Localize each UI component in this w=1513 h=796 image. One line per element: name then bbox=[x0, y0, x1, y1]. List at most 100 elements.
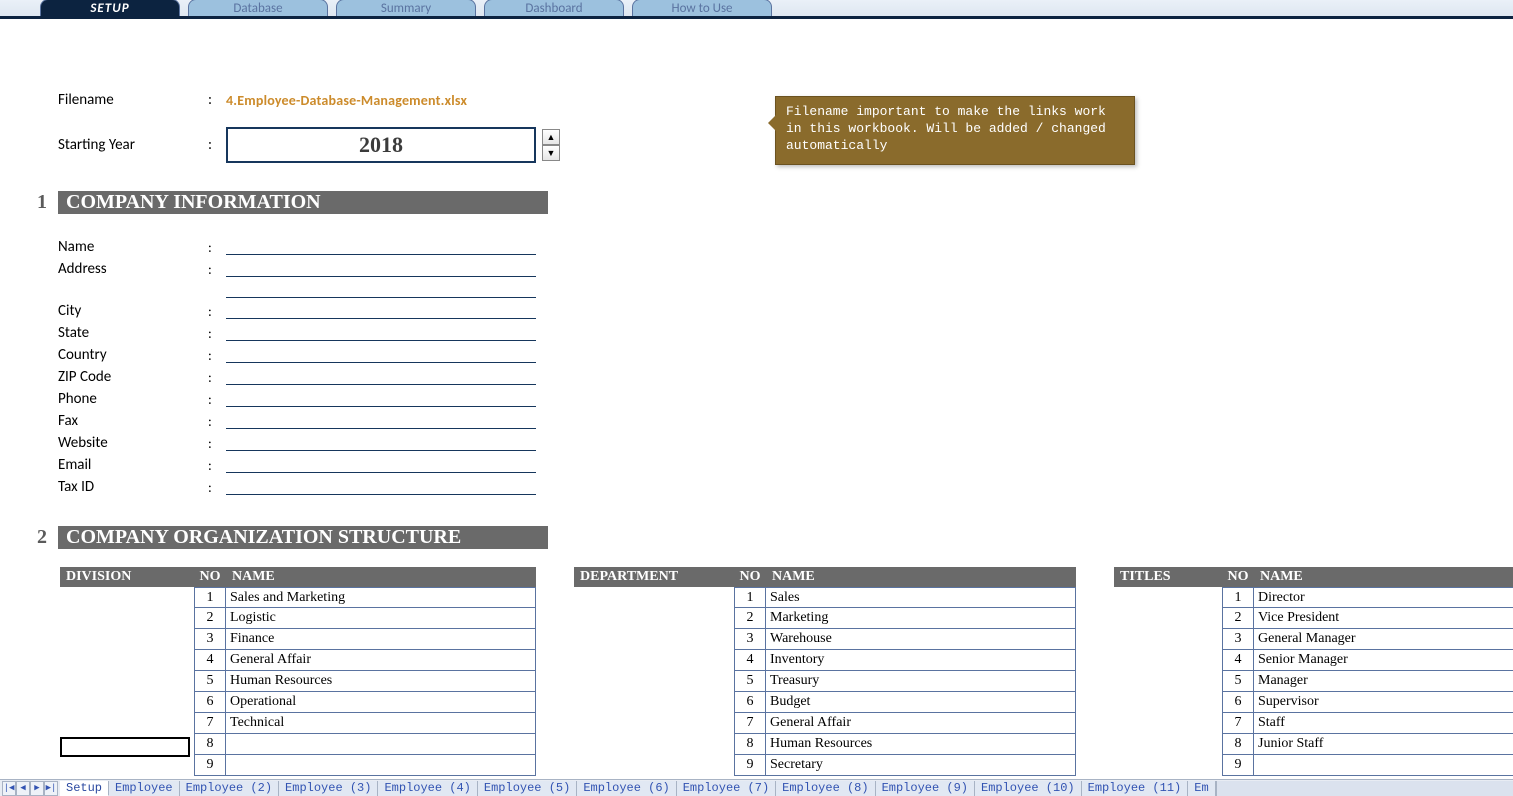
cell-name[interactable] bbox=[226, 755, 536, 776]
sheet-tab[interactable]: Employee (11) bbox=[1082, 781, 1189, 796]
company-field-input[interactable] bbox=[226, 282, 536, 298]
cell-name[interactable]: Operational bbox=[226, 692, 536, 713]
starting-year-input[interactable]: 2018 bbox=[226, 127, 536, 163]
cell-name[interactable]: Warehouse bbox=[766, 629, 1076, 650]
cell-no[interactable]: 4 bbox=[734, 650, 766, 671]
cell-name[interactable]: Junior Staff bbox=[1254, 734, 1513, 755]
cell-no[interactable]: 1 bbox=[734, 587, 766, 608]
company-field-row: Country: bbox=[58, 346, 1513, 364]
company-field-input[interactable] bbox=[226, 479, 536, 495]
cell-name[interactable]: Supervisor bbox=[1254, 692, 1513, 713]
sheet-tab[interactable]: Employee (8) bbox=[776, 781, 875, 796]
cell-no[interactable]: 2 bbox=[734, 608, 766, 629]
cell-name[interactable]: Marketing bbox=[766, 608, 1076, 629]
cell-no[interactable]: 8 bbox=[194, 734, 226, 755]
cell-no[interactable]: 4 bbox=[1222, 650, 1254, 671]
sheet-tab[interactable]: Employee (10) bbox=[975, 781, 1082, 796]
row-spacer bbox=[574, 587, 734, 608]
cell-no[interactable]: 9 bbox=[734, 755, 766, 776]
cell-name[interactable]: General Affair bbox=[226, 650, 536, 671]
cell-no[interactable]: 2 bbox=[1222, 608, 1254, 629]
cell-name[interactable]: Budget bbox=[766, 692, 1076, 713]
cell-name[interactable]: Staff bbox=[1254, 713, 1513, 734]
cell-no[interactable]: 3 bbox=[194, 629, 226, 650]
cell-name[interactable]: Sales and Marketing bbox=[226, 587, 536, 608]
company-field-input[interactable] bbox=[226, 347, 536, 363]
sheet-nav-next[interactable]: ▶ bbox=[30, 781, 44, 796]
company-field-input[interactable] bbox=[226, 261, 536, 277]
cell-no[interactable]: 2 bbox=[194, 608, 226, 629]
cell-no[interactable]: 9 bbox=[1222, 755, 1254, 776]
company-field-input[interactable] bbox=[226, 325, 536, 341]
company-field-input[interactable] bbox=[226, 391, 536, 407]
cell-name[interactable] bbox=[226, 734, 536, 755]
year-down-button[interactable]: ▼ bbox=[542, 145, 560, 161]
cell-no[interactable]: 8 bbox=[734, 734, 766, 755]
company-field-input[interactable] bbox=[226, 303, 536, 319]
cell-no[interactable]: 3 bbox=[734, 629, 766, 650]
table-row: 6Operational bbox=[60, 692, 536, 713]
cell-name[interactable]: Secretary bbox=[766, 755, 1076, 776]
sheet-tab[interactable]: Employee (3) bbox=[279, 781, 378, 796]
section-org-structure-header: 2 COMPANY ORGANIZATION STRUCTURE bbox=[28, 526, 548, 549]
cell-no[interactable]: 6 bbox=[194, 692, 226, 713]
sheet-tab[interactable]: Employee (7) bbox=[677, 781, 776, 796]
sheet-tab[interactable]: Employee bbox=[109, 781, 180, 796]
company-fields: Name:Address:City:State:Country:ZIP Code… bbox=[58, 238, 1513, 496]
company-field-row: Tax ID: bbox=[58, 478, 1513, 496]
cell-name[interactable] bbox=[1254, 755, 1513, 776]
sheet-tab[interactable]: Employee (2) bbox=[180, 781, 279, 796]
year-up-button[interactable]: ▲ bbox=[542, 129, 560, 145]
cell-no[interactable]: 5 bbox=[1222, 671, 1254, 692]
cell-name[interactable]: Director bbox=[1254, 587, 1513, 608]
cell-name[interactable]: General Affair bbox=[766, 713, 1076, 734]
company-field-input[interactable] bbox=[226, 239, 536, 255]
row-spacer bbox=[574, 671, 734, 692]
cell-no[interactable]: 4 bbox=[194, 650, 226, 671]
cell-name[interactable]: Treasury bbox=[766, 671, 1076, 692]
cell-name[interactable]: Vice President bbox=[1254, 608, 1513, 629]
sheet-nav-last[interactable]: ▶| bbox=[44, 781, 58, 796]
cell-no[interactable]: 1 bbox=[194, 587, 226, 608]
sheet-tab[interactable]: Em bbox=[1188, 781, 1215, 796]
cell-no[interactable]: 1 bbox=[1222, 587, 1254, 608]
cell-name[interactable]: Technical bbox=[226, 713, 536, 734]
cell-no[interactable]: 5 bbox=[194, 671, 226, 692]
cell-no[interactable]: 8 bbox=[1222, 734, 1254, 755]
sheet-nav-prev[interactable]: ◀ bbox=[16, 781, 30, 796]
section-number: 2 bbox=[28, 526, 58, 549]
cell-name[interactable]: Human Resources bbox=[766, 734, 1076, 755]
company-field-input[interactable] bbox=[226, 457, 536, 473]
company-field-input[interactable] bbox=[226, 435, 536, 451]
cell-name[interactable]: Finance bbox=[226, 629, 536, 650]
sheet-tab[interactable]: Employee (4) bbox=[378, 781, 477, 796]
cell-no[interactable]: 6 bbox=[1222, 692, 1254, 713]
cell-no[interactable]: 7 bbox=[734, 713, 766, 734]
cell-no[interactable]: 7 bbox=[194, 713, 226, 734]
sheet-tab[interactable]: Employee (6) bbox=[577, 781, 676, 796]
company-field-label: Website bbox=[58, 434, 208, 452]
sheet-tab[interactable]: Setup bbox=[60, 781, 109, 796]
company-field-input[interactable] bbox=[226, 369, 536, 385]
row-spacer bbox=[1114, 671, 1222, 692]
col-header-name: NAME bbox=[1254, 569, 1513, 585]
cell-no[interactable]: 5 bbox=[734, 671, 766, 692]
cell-no[interactable]: 3 bbox=[1222, 629, 1254, 650]
cell-name[interactable]: General Manager bbox=[1254, 629, 1513, 650]
company-field-input[interactable] bbox=[226, 413, 536, 429]
cell-name[interactable]: Manager bbox=[1254, 671, 1513, 692]
cell-name[interactable]: Inventory bbox=[766, 650, 1076, 671]
cell-name[interactable]: Senior Manager bbox=[1254, 650, 1513, 671]
row-spacer bbox=[1114, 650, 1222, 671]
cell-no[interactable]: 6 bbox=[734, 692, 766, 713]
cell-name[interactable]: Logistic bbox=[226, 608, 536, 629]
cell-no[interactable]: 7 bbox=[1222, 713, 1254, 734]
sheet-tab[interactable]: Employee (5) bbox=[478, 781, 577, 796]
worksheet[interactable]: Filename important to make the links wor… bbox=[0, 19, 1513, 779]
table-row: 9 bbox=[1114, 755, 1513, 776]
cell-name[interactable]: Sales bbox=[766, 587, 1076, 608]
sheet-tab[interactable]: Employee (9) bbox=[876, 781, 975, 796]
cell-no[interactable]: 9 bbox=[194, 755, 226, 776]
cell-name[interactable]: Human Resources bbox=[226, 671, 536, 692]
sheet-nav-first[interactable]: |◀ bbox=[2, 781, 16, 796]
